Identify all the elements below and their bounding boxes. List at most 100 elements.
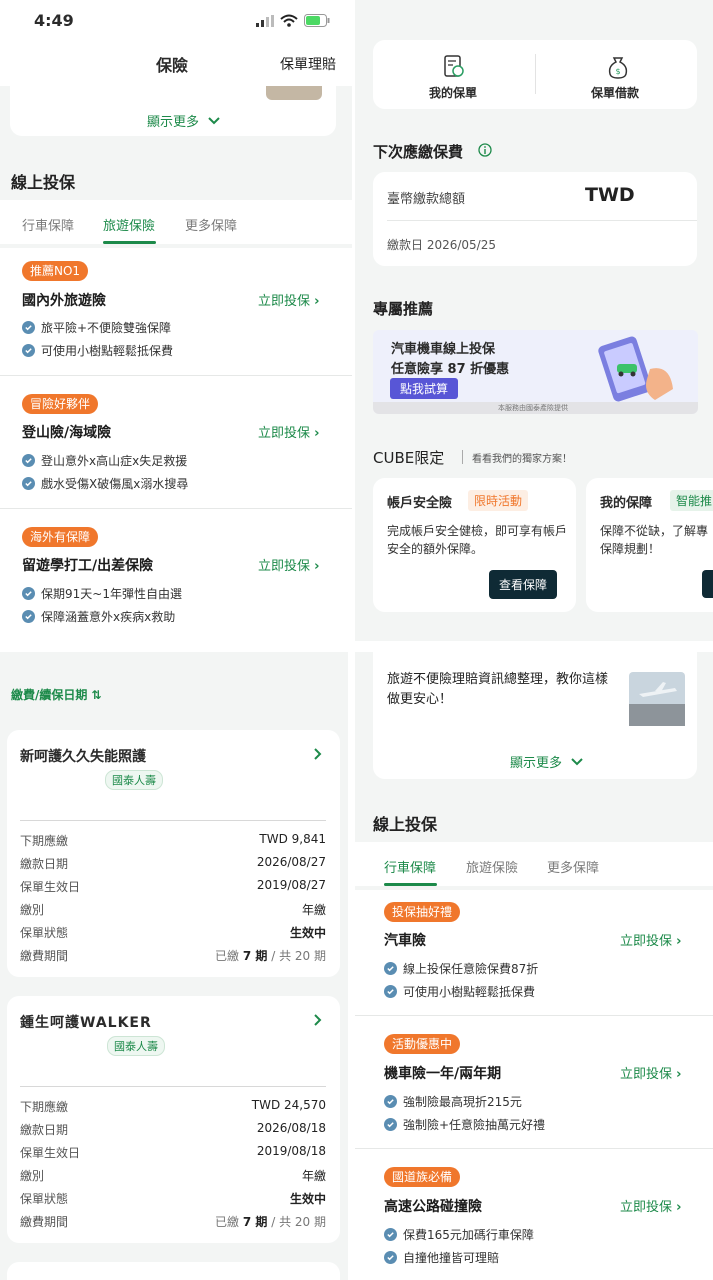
chevron-right-icon: › — [314, 559, 320, 574]
tab-travel[interactable]: 旅遊保險 — [103, 215, 155, 234]
policy-card[interactable]: 鍾生呵護WALKER 國泰人壽 下期應繳 TWD 24,570 繳款日期 202… — [7, 996, 340, 1243]
view-coverage-button[interactable]: 查看保障 — [489, 570, 558, 599]
banner-button[interactable]: 點我試算 — [390, 378, 459, 399]
panel-car-insurance: 旅遊不便險理賠資訊總整理，教你這樣做更安心！ 顯示更多 線上投保 行車保障 旅遊… — [355, 652, 713, 1280]
buy-now-link[interactable]: 立即投保 › — [258, 422, 320, 441]
cube-card-title: 我的保障 — [600, 496, 653, 511]
my-policies-button[interactable]: 我的保單 — [373, 40, 535, 109]
buy-now-label: 立即投保 — [620, 1067, 673, 1082]
row-value: TWD 9,841 — [259, 832, 326, 846]
policy-document-icon — [444, 55, 464, 77]
total-label: 臺幣繳款總額 — [387, 192, 466, 207]
online-insurance-title: 線上投保 — [373, 815, 438, 834]
row-value: TWD 24,570 — [251, 1098, 326, 1112]
policy-card[interactable] — [7, 1262, 340, 1280]
product-tag: 投保抽好禮 — [384, 902, 461, 922]
row-label: 保單狀態 — [20, 926, 69, 940]
tab-travel[interactable]: 旅遊保險 — [466, 857, 518, 876]
feature-item: 保期91天~1年彈性自由選 — [22, 585, 182, 602]
exclusive-title: 專屬推薦 — [373, 300, 434, 318]
feature-item: 旅平險+不便險雙強保障 — [22, 319, 171, 336]
buy-now-label: 立即投保 — [258, 294, 311, 309]
feature-item: 自撞他撞皆可理賠 — [384, 1249, 499, 1266]
policy-card[interactable]: 新呵護久久失能照護 國泰人壽 下期應繳 TWD 9,841 繳款日期 2026/… — [7, 730, 340, 977]
cube-card-desc: 完成帳戶安全健檢，即可享有帳戶安全的額外保障。 — [387, 524, 568, 556]
cube-card-button[interactable] — [702, 570, 713, 598]
sort-toggle[interactable]: 繳費/續保日期 ⇅ — [11, 686, 102, 703]
divider — [20, 820, 326, 821]
buy-now-label: 立即投保 — [620, 1200, 673, 1215]
buy-now-link[interactable]: 立即投保 › — [620, 930, 682, 949]
insurance-tabs: 行車保障 旅遊保險 更多保障 — [0, 200, 352, 244]
my-policies-label: 我的保單 — [429, 86, 478, 100]
promo-banner[interactable]: 汽車機車線上投保 任意險享 87 折優惠 點我試算 本服務由國泰產險提供 — [373, 330, 698, 414]
wifi-icon — [280, 14, 298, 27]
banner-line1: 汽車機車線上投保 — [391, 342, 496, 357]
divider — [355, 1015, 713, 1016]
policy-loan-button[interactable]: $ 保單借款 — [536, 40, 697, 109]
feature-item: 線上投保任意險保費87折 — [384, 960, 538, 977]
company-badge: 國泰人壽 — [107, 1036, 165, 1056]
feature-text: 強制險+任意險抽萬元好禮 — [403, 1118, 546, 1132]
panel-policy-list: 繳費/續保日期 ⇅ 新呵護久久失能照護 國泰人壽 下期應繳 TWD 9,841 … — [0, 652, 348, 1280]
product-title: 登山險/海域險 — [22, 425, 112, 441]
cube-card-desc: 保障不從缺，了解專保障規劃！ — [600, 524, 709, 556]
feature-text: 可使用小樹點輕鬆抵保費 — [403, 985, 536, 999]
company-badge: 國泰人壽 — [105, 770, 163, 790]
buy-now-link[interactable]: 立即投保 › — [620, 1063, 682, 1082]
feature-text: 戲水受傷X破傷風x溺水搜尋 — [41, 477, 189, 491]
chevron-right-icon: › — [676, 1200, 682, 1215]
feature-text: 保障涵蓋意外x疾病x救助 — [41, 610, 176, 624]
divider — [462, 450, 463, 464]
chevron-right-icon — [314, 1014, 322, 1026]
check-icon — [384, 1095, 397, 1108]
row-label: 繳別 — [20, 1169, 45, 1183]
info-icon[interactable] — [478, 143, 492, 157]
chevron-down-icon — [571, 758, 583, 766]
articles-card: 旅遊不便險理賠資訊總整理，教你這樣做更安心！ 顯示更多 — [373, 652, 697, 779]
banner-note: 本服務由國泰產險提供 — [498, 404, 568, 412]
claims-link[interactable]: 保單理賠 — [280, 54, 336, 74]
show-more-link[interactable]: 顯示更多 — [147, 111, 221, 130]
feature-item: 戲水受傷X破傷風x溺水搜尋 — [22, 475, 188, 492]
cube-card[interactable]: 我的保障 智能推 保障不從缺，了解專保障規劃！ — [586, 478, 713, 612]
product-tag: 海外有保障 — [22, 527, 99, 547]
active-tab-indicator — [103, 241, 156, 244]
page-title: 保險 — [156, 56, 189, 75]
policy-loan-label: 保單借款 — [591, 86, 640, 100]
feature-text: 自撞他撞皆可理賠 — [403, 1251, 500, 1265]
buy-now-link[interactable]: 立即投保 › — [258, 555, 320, 574]
divider — [387, 220, 697, 221]
cube-card[interactable]: 帳戶安全險 限時活動 完成帳戶安全健檢，即可享有帳戶安全的額外保障。 查看保障 — [373, 478, 576, 612]
buy-now-link[interactable]: 立即投保 › — [620, 1196, 682, 1215]
tab-more[interactable]: 更多保障 — [547, 857, 599, 876]
article-title[interactable]: 旅遊不便險理賠資訊總整理，教你這樣做更安心！ — [387, 670, 617, 710]
row-value: 年繳 — [301, 903, 326, 917]
check-icon — [384, 1228, 397, 1241]
show-more-link[interactable]: 顯示更多 — [510, 752, 584, 771]
divider — [355, 1148, 713, 1149]
cube-card-badge: 智能推 — [670, 490, 713, 511]
feature-text: 保費165元加碼行車保障 — [403, 1228, 534, 1242]
period-paid: 7 期 — [242, 1215, 268, 1229]
cube-title: CUBE限定 — [373, 449, 445, 467]
check-icon — [22, 477, 35, 490]
buy-now-link[interactable]: 立即投保 › — [258, 290, 320, 309]
period-prefix: 已繳 — [215, 949, 240, 963]
product-title: 汽車險 — [384, 933, 426, 949]
buy-now-label: 立即投保 — [620, 934, 673, 949]
tab-car[interactable]: 行車保障 — [384, 857, 436, 876]
due-date: 繳款日 2026/05/25 — [387, 238, 496, 252]
cube-subtitle: 看看我們的獨家方案！ — [472, 454, 572, 465]
row-value: 2026/08/27 — [256, 855, 326, 869]
feature-item: 保障涵蓋意外x疾病x救助 — [22, 608, 175, 625]
row-label: 保單生效日 — [20, 880, 81, 894]
tab-car[interactable]: 行車保障 — [22, 215, 74, 234]
tab-more[interactable]: 更多保障 — [185, 215, 237, 234]
product-title: 留遊學打工/出差保險 — [22, 558, 154, 574]
product-tag: 活動優惠中 — [384, 1034, 461, 1054]
product-title: 國內外旅遊險 — [22, 293, 106, 309]
chevron-right-icon: › — [676, 1067, 682, 1082]
row-label: 下期應繳 — [20, 834, 69, 848]
feature-item: 登山意外x高山症x失足救援 — [22, 452, 187, 469]
